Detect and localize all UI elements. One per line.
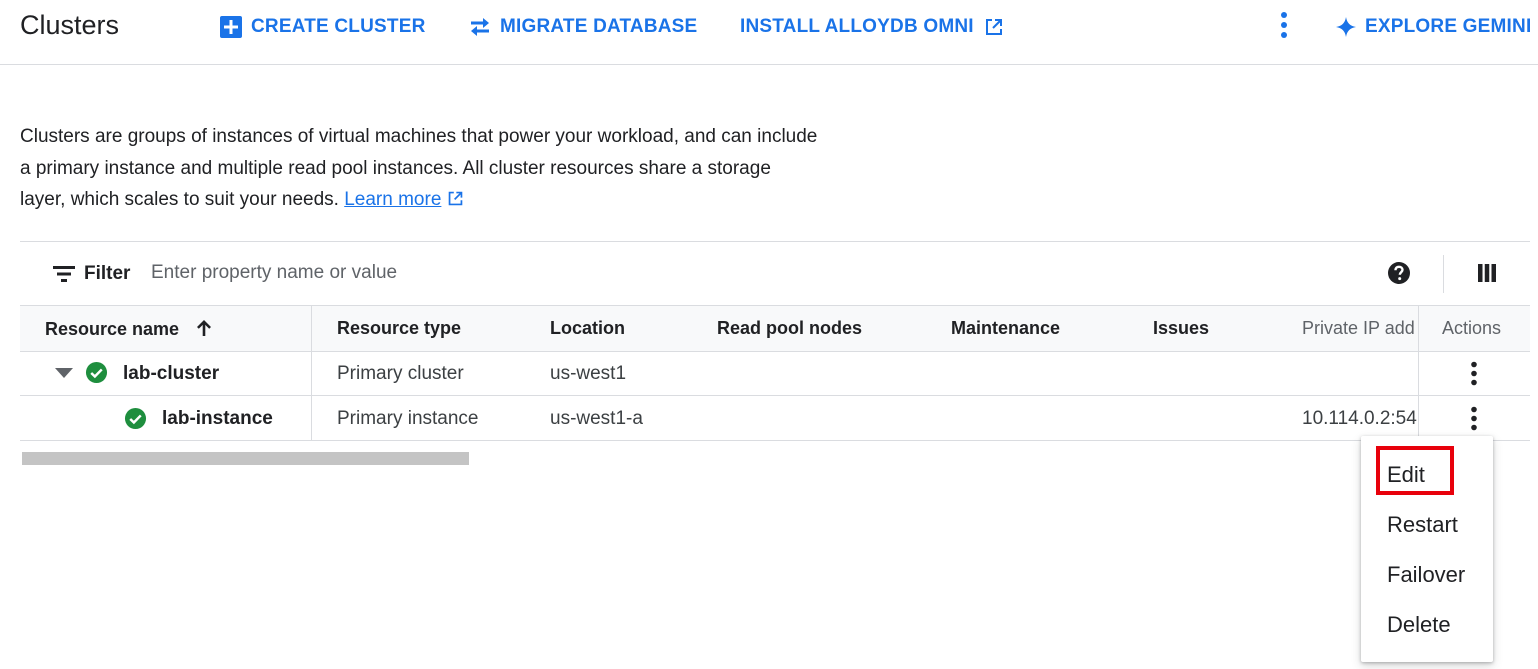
help-icon[interactable] — [1387, 261, 1411, 285]
install-alloydb-omni-label: INSTALL ALLOYDB OMNI — [740, 16, 974, 37]
column-header-issues[interactable]: Issues — [1153, 318, 1209, 339]
more-vert-icon[interactable] — [1467, 406, 1481, 432]
column-header-resource-type[interactable]: Resource type — [337, 318, 461, 339]
column-header-label: Resource name — [45, 319, 180, 339]
column-divider — [311, 351, 312, 395]
column-header-maintenance[interactable]: Maintenance — [951, 318, 1060, 339]
explore-gemini-label: EXPLORE GEMINI — [1365, 16, 1532, 37]
more-vert-icon[interactable] — [1467, 361, 1481, 387]
swap-arrows-icon — [471, 18, 489, 36]
table-row[interactable]: lab-instance Primary instance us-west1-a… — [20, 396, 1530, 441]
menu-item-restart[interactable]: Restart — [1387, 512, 1458, 538]
resource-location: us-west1 — [550, 363, 627, 384]
resource-type: Primary instance — [337, 408, 479, 429]
external-link-icon — [985, 19, 1002, 35]
toolbar-divider — [1443, 255, 1444, 293]
private-ip-address: 10.114.0.2:54 — [1302, 408, 1417, 429]
resource-location: us-west1-a — [550, 408, 643, 429]
column-divider — [1418, 306, 1419, 351]
resource-name[interactable]: lab-instance — [162, 408, 273, 430]
migrate-database-label: MIGRATE DATABASE — [500, 16, 698, 37]
edit-highlight-box — [1376, 446, 1454, 495]
column-divider — [311, 306, 312, 351]
resource-type: Primary cluster — [337, 363, 464, 384]
column-divider — [311, 396, 312, 440]
page-title: Clusters — [20, 10, 120, 40]
migrate-database-button[interactable]: MIGRATE DATABASE — [468, 14, 697, 40]
install-alloydb-omni-button[interactable]: INSTALL ALLOYDB OMNI — [740, 14, 1004, 40]
table-header: Resource name Resource type Location Rea… — [20, 305, 1530, 352]
create-cluster-button[interactable]: CREATE CLUSTER — [219, 14, 426, 40]
filter-label: Filter — [84, 263, 131, 284]
sparkle-icon — [1336, 17, 1356, 37]
page-header: Clusters CREATE CLUSTER MIGRATE DATABASE… — [0, 0, 1538, 65]
expand-caret-icon[interactable] — [54, 367, 74, 379]
filter-icon[interactable] — [52, 264, 76, 284]
external-link-icon — [448, 191, 462, 206]
column-header-read-pool-nodes[interactable]: Read pool nodes — [717, 318, 862, 339]
explore-gemini-button[interactable]: EXPLORE GEMINI — [1335, 14, 1531, 40]
add-box-icon — [220, 16, 242, 38]
check-circle-icon — [124, 407, 147, 430]
more-vert-icon[interactable] — [1276, 10, 1292, 42]
column-divider — [1418, 396, 1419, 440]
column-divider — [1418, 351, 1419, 395]
clusters-description: Clusters are groups of instances of virt… — [20, 121, 820, 216]
menu-item-failover[interactable]: Failover — [1387, 562, 1465, 588]
create-cluster-label: CREATE CLUSTER — [251, 16, 426, 37]
resource-name[interactable]: lab-cluster — [123, 363, 219, 385]
check-circle-icon — [85, 361, 108, 384]
column-header-location[interactable]: Location — [550, 318, 625, 339]
column-header-private-ip[interactable]: Private IP add — [1302, 318, 1418, 339]
learn-more-link[interactable]: Learn more — [344, 189, 441, 210]
table-row[interactable]: lab-cluster Primary cluster us-west1 — [20, 351, 1530, 396]
column-header-actions: Actions — [1442, 318, 1502, 338]
menu-item-delete[interactable]: Delete — [1387, 612, 1451, 638]
filter-bar: Filter — [20, 241, 1530, 306]
sort-up-arrow-icon[interactable] — [194, 318, 214, 338]
filter-input[interactable] — [151, 258, 751, 288]
column-header-resource-name[interactable]: Resource name — [45, 318, 214, 340]
horizontal-scrollbar[interactable] — [22, 452, 469, 465]
columns-icon[interactable] — [1476, 262, 1498, 284]
